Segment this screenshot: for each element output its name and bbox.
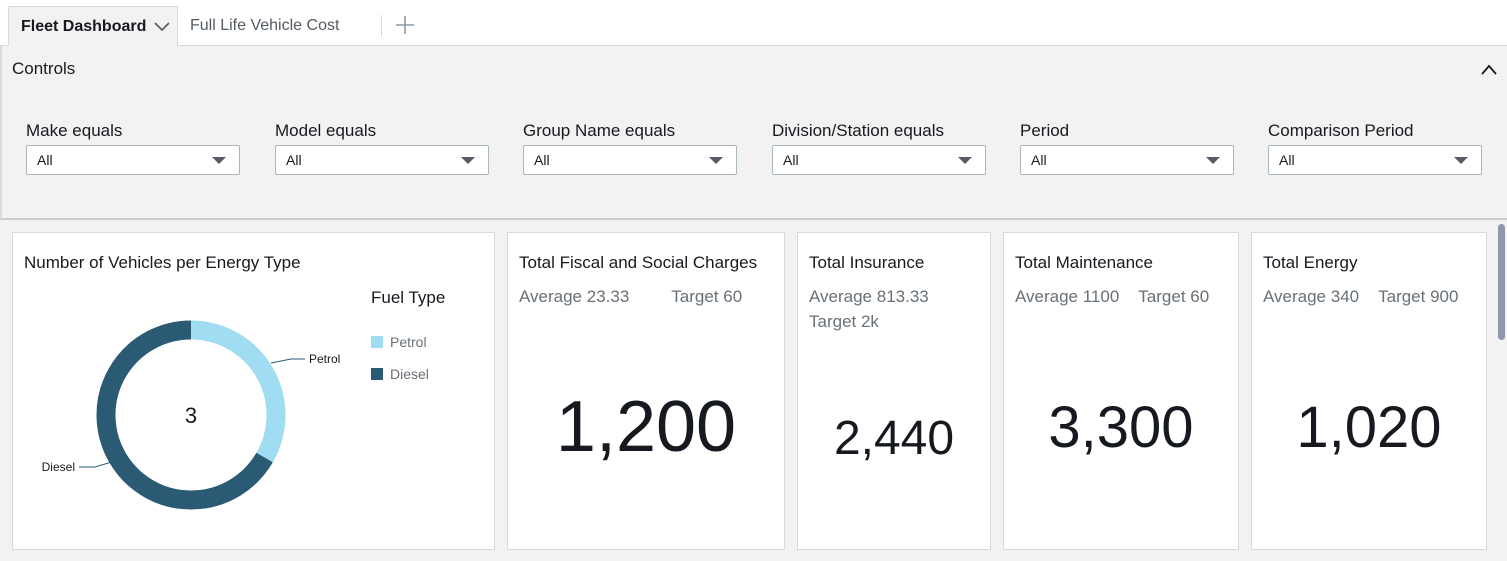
- legend-swatch-petrol: [371, 336, 383, 348]
- tab-label: Fleet Dashboard: [21, 17, 147, 35]
- controls-panel: Controls Make equals All Model equals Al…: [0, 46, 1507, 220]
- filter-model: Model equals All: [275, 120, 489, 175]
- kpi-insurance[interactable]: Total Insurance Average 813.33 Target 2k…: [797, 232, 991, 550]
- legend-title: Fuel Type: [371, 288, 446, 307]
- model-select[interactable]: All: [275, 145, 489, 175]
- kpi-value: 1,200: [555, 387, 737, 467]
- select-value: All: [1279, 152, 1295, 168]
- select-value: All: [286, 152, 302, 168]
- legend-item-petrol[interactable]: Petrol: [371, 334, 427, 350]
- tab-divider: [381, 15, 382, 37]
- division-station-select[interactable]: All: [772, 145, 986, 175]
- kpi-comparison: Average 813.33 Target 2k: [809, 284, 929, 334]
- legend-swatch-diesel: [371, 368, 383, 380]
- kpi-average: Average 340: [1263, 287, 1360, 306]
- kpi-target: Target 60: [671, 287, 743, 306]
- select-value: All: [1031, 152, 1047, 168]
- caret-down-icon: [709, 157, 723, 164]
- kpi-value: 2,440: [833, 412, 955, 465]
- visual-title: Number of Vehicles per Energy Type: [24, 253, 301, 272]
- slice-label-diesel: Diesel: [42, 460, 75, 474]
- visual-title: Total Energy: [1263, 253, 1358, 272]
- caret-down-icon: [212, 157, 226, 164]
- scrollbar-thumb[interactable]: [1498, 224, 1505, 340]
- legend-label: Diesel: [390, 366, 429, 382]
- sheet-tab-bar: Fleet Dashboard Full Life Vehicle Cost: [0, 0, 1507, 46]
- filter-label: Comparison Period: [1268, 121, 1414, 140]
- kpi-average: Average 23.33: [519, 287, 630, 306]
- kpi-energy[interactable]: Total Energy Average 340 Target 900 1,020: [1251, 232, 1487, 550]
- filter-label: Period: [1020, 121, 1070, 140]
- kpi-average: Average 813.33: [809, 287, 929, 306]
- filter-comparison-period: Comparison Period All: [1268, 120, 1482, 175]
- filter-division-station: Division/Station equals All: [772, 120, 986, 175]
- kpi-target: Target 900: [1378, 287, 1459, 306]
- make-select[interactable]: All: [26, 145, 240, 175]
- kpi-target: Target 2k: [809, 312, 879, 331]
- legend-label: Petrol: [390, 334, 427, 350]
- select-value: All: [37, 152, 53, 168]
- tab-label: Full Life Vehicle Cost: [190, 17, 340, 34]
- group-name-select[interactable]: All: [523, 145, 737, 175]
- donut-slice-petrol[interactable]: [190, 320, 286, 463]
- comparison-period-select[interactable]: All: [1268, 145, 1482, 175]
- kpi-value: 3,300: [1048, 395, 1194, 460]
- kpi-comparison: Average 1100 Target 60: [1015, 284, 1209, 309]
- slice-leader-line: [270, 358, 305, 364]
- caret-down-icon: [1454, 157, 1468, 164]
- slice-label-petrol: Petrol: [309, 352, 340, 366]
- add-sheet-icon[interactable]: [394, 14, 416, 36]
- controls-title: Controls: [12, 59, 76, 78]
- tab-full-life-vehicle-cost[interactable]: Full Life Vehicle Cost: [190, 6, 339, 46]
- filter-group-name: Group Name equals All: [523, 120, 737, 175]
- vertical-scrollbar[interactable]: [1496, 220, 1507, 561]
- filter-label: Make equals: [26, 121, 123, 140]
- kpi-target: Target 60: [1138, 287, 1210, 306]
- filter-label: Division/Station equals: [772, 121, 944, 140]
- filter-make: Make equals All: [26, 120, 240, 175]
- chevron-down-icon[interactable]: [153, 17, 171, 35]
- visual-title: Total Maintenance: [1015, 253, 1153, 272]
- chevron-up-icon[interactable]: [1479, 60, 1499, 80]
- filter-label: Group Name equals: [523, 121, 676, 140]
- filter-period: Period All: [1020, 120, 1234, 175]
- caret-down-icon: [461, 157, 475, 164]
- select-value: All: [783, 152, 799, 168]
- caret-down-icon: [958, 157, 972, 164]
- visual-title: Total Fiscal and Social Charges: [519, 253, 758, 272]
- filter-label: Model equals: [275, 121, 377, 140]
- select-value: All: [534, 152, 550, 168]
- kpi-value: 1,020: [1296, 395, 1442, 460]
- visual-title: Total Insurance: [809, 253, 925, 272]
- donut-chart: Petrol Diesel 3: [42, 320, 340, 510]
- kpi-comparison: Average 340 Target 900: [1263, 284, 1458, 309]
- kpi-comparison: Average 23.33 Target 60: [519, 284, 742, 309]
- caret-down-icon: [1206, 157, 1220, 164]
- donut-chart-visual[interactable]: Number of Vehicles per Energy Type Petro…: [12, 232, 495, 550]
- kpi-fiscal-social-charges[interactable]: Total Fiscal and Social Charges Average …: [507, 232, 785, 550]
- kpi-maintenance[interactable]: Total Maintenance Average 1100 Target 60 …: [1003, 232, 1239, 550]
- donut-center-total: 3: [185, 403, 197, 428]
- legend-item-diesel[interactable]: Diesel: [371, 366, 429, 382]
- period-select[interactable]: All: [1020, 145, 1234, 175]
- tab-fleet-dashboard[interactable]: Fleet Dashboard: [8, 6, 178, 46]
- kpi-average: Average 1100: [1015, 287, 1120, 306]
